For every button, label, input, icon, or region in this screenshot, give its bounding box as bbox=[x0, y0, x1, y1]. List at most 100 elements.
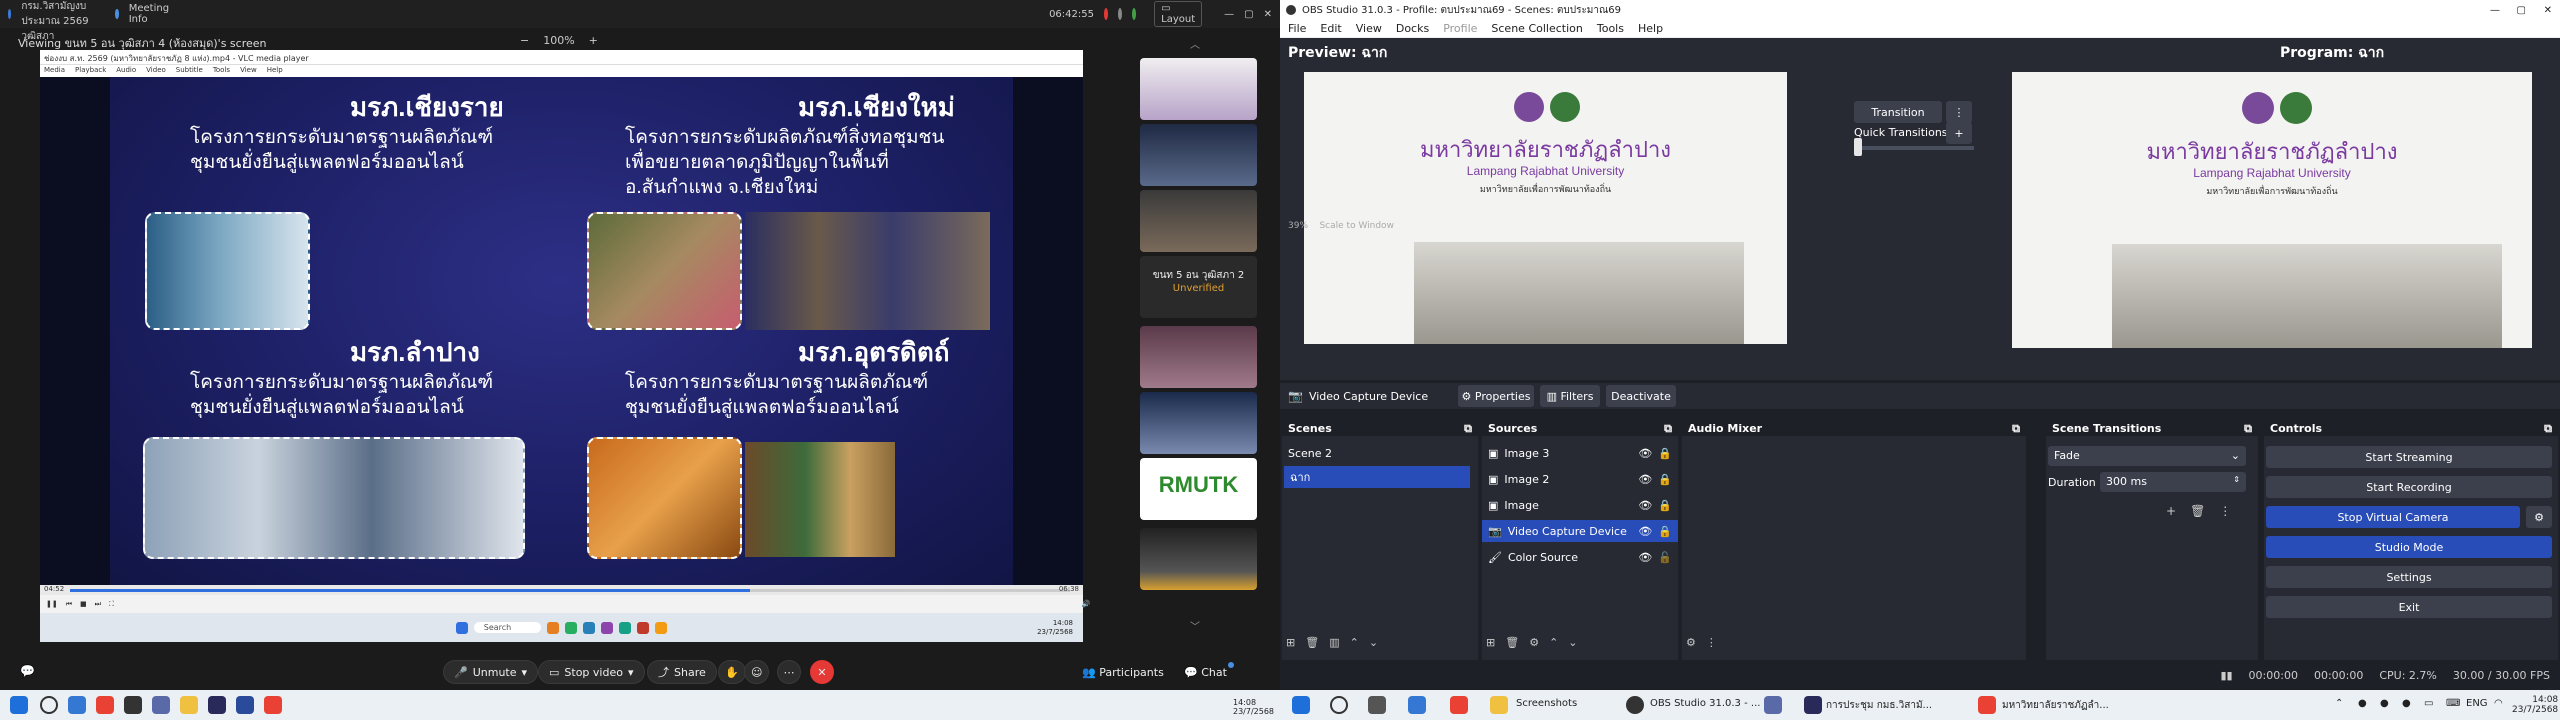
app-icon[interactable] bbox=[152, 696, 170, 714]
vlc-prev-icon[interactable]: ⏮ bbox=[66, 600, 72, 609]
battery-icon[interactable]: ▭ bbox=[2424, 698, 2433, 709]
filters-button[interactable]: ▥ Filters bbox=[1540, 385, 1600, 407]
transition-more-icon[interactable]: ⋮ bbox=[1946, 101, 1972, 123]
start-icon[interactable] bbox=[1292, 696, 1310, 714]
wifi-icon[interactable]: ◠ bbox=[2494, 698, 2503, 709]
inner-app-icon[interactable] bbox=[619, 621, 632, 634]
zoom-in-button[interactable]: + bbox=[589, 34, 598, 47]
taskbar-item-meeting[interactable]: การประชุม กมธ.วิสามั... bbox=[1826, 698, 1932, 713]
zoom-out-button[interactable]: − bbox=[520, 34, 529, 47]
add-icon[interactable]: ⊞ bbox=[1286, 636, 1295, 649]
more-button[interactable]: ⋯ bbox=[777, 660, 801, 684]
search-icon[interactable] bbox=[1330, 696, 1348, 714]
stop-virtual-camera-button[interactable]: Stop Virtual Camera bbox=[2266, 506, 2520, 528]
start-recording-button[interactable]: Start Recording bbox=[2266, 476, 2552, 498]
lock-icon[interactable]: 🔒 bbox=[1658, 499, 1672, 512]
video-thumb[interactable] bbox=[1140, 392, 1257, 454]
app-icon[interactable] bbox=[1764, 696, 1782, 714]
menu-scene-collection[interactable]: Scene Collection bbox=[1491, 22, 1582, 35]
lock-icon[interactable]: 🔒 bbox=[1658, 473, 1672, 486]
minimize-icon[interactable]: — bbox=[1224, 9, 1234, 20]
chrome-icon[interactable] bbox=[1978, 696, 1996, 714]
vlc-menu-subtitle[interactable]: Subtitle bbox=[176, 66, 203, 76]
app-icon[interactable] bbox=[208, 696, 226, 714]
meeting-app-icon[interactable] bbox=[1804, 696, 1822, 714]
menu-help[interactable]: Help bbox=[1638, 22, 1663, 35]
undock-icon[interactable]: ⧉ bbox=[2544, 422, 2552, 435]
close-icon[interactable]: ✕ bbox=[1264, 9, 1272, 20]
add-icon[interactable]: ⊞ bbox=[1486, 636, 1495, 649]
tray-app-icon[interactable]: ● bbox=[2402, 698, 2411, 709]
source-item[interactable]: ▣ Image 👁 🔒 bbox=[1482, 494, 1678, 516]
vlc-volume-icon[interactable]: 🔊 bbox=[1082, 600, 1091, 608]
vlc-menu-playback[interactable]: Playback bbox=[75, 66, 106, 76]
unmute-button[interactable]: 🎤 Unmute ▾ bbox=[443, 660, 539, 684]
lock-icon[interactable]: 🔒 bbox=[1658, 447, 1672, 460]
inner-app-icon[interactable] bbox=[655, 621, 668, 634]
t-bar[interactable] bbox=[1854, 146, 1974, 150]
inner-app-icon[interactable] bbox=[601, 621, 614, 634]
add-quick-transition-icon[interactable]: + bbox=[1946, 122, 1972, 144]
chrome-icon[interactable] bbox=[96, 696, 114, 714]
tray-overflow-icon[interactable]: ⌃ bbox=[2335, 698, 2343, 709]
remove-icon[interactable]: 🗑 bbox=[2190, 504, 2205, 518]
vlc-menu-media[interactable]: Media bbox=[44, 66, 65, 76]
transition-select[interactable]: Fade ⌄ bbox=[2048, 446, 2246, 466]
undock-icon[interactable]: ⧉ bbox=[1664, 422, 1672, 435]
scroll-up-icon[interactable]: ︿ bbox=[1190, 36, 1200, 51]
virtual-camera-settings-icon[interactable]: ⚙ bbox=[2526, 506, 2552, 528]
properties-button[interactable]: ⚙ Properties bbox=[1458, 385, 1534, 407]
tray-app-icon[interactable]: ● bbox=[2380, 698, 2389, 709]
eye-icon[interactable]: 👁 bbox=[1638, 473, 1652, 486]
video-thumb[interactable] bbox=[1140, 58, 1257, 120]
vlc-menu-video[interactable]: Video bbox=[146, 66, 166, 76]
system-clock[interactable]: 14:08 23/7/2568 bbox=[2512, 695, 2558, 715]
source-item[interactable]: ▣ Image 2 👁 🔒 bbox=[1482, 468, 1678, 490]
source-item[interactable]: 🖌 Color Source 👁 🔓 bbox=[1482, 546, 1678, 568]
inner-app-icon[interactable] bbox=[565, 621, 578, 634]
advanced-audio-icon[interactable]: ⚙ bbox=[1686, 636, 1696, 649]
start-icon[interactable] bbox=[10, 696, 28, 714]
video-thumb[interactable] bbox=[1140, 124, 1257, 186]
file-explorer-icon[interactable] bbox=[180, 696, 198, 714]
add-icon[interactable]: + bbox=[2166, 504, 2176, 518]
duration-input[interactable]: 300 ms ⇕ bbox=[2100, 472, 2246, 492]
start-streaming-button[interactable]: Start Streaming bbox=[2266, 446, 2552, 468]
menu-docks[interactable]: Docks bbox=[1396, 22, 1429, 35]
search-icon[interactable] bbox=[40, 696, 58, 714]
eye-icon[interactable]: 👁 bbox=[1638, 447, 1652, 460]
gear-icon[interactable]: ⚙ bbox=[1529, 636, 1539, 649]
info-icon[interactable] bbox=[115, 9, 119, 19]
language-indicator[interactable]: ENG bbox=[2466, 698, 2488, 709]
source-item[interactable]: ▣ Image 3 👁 🔒 bbox=[1482, 442, 1678, 464]
menu-edit[interactable]: Edit bbox=[1320, 22, 1341, 35]
studio-mode-button[interactable]: Studio Mode bbox=[2266, 536, 2552, 558]
vlc-menu-tools[interactable]: Tools bbox=[213, 66, 230, 76]
minimize-icon[interactable]: — bbox=[2490, 5, 2500, 16]
scroll-down-icon[interactable]: ﹀ bbox=[1190, 618, 1200, 633]
mixer-menu-icon[interactable]: ⋮ bbox=[1706, 636, 1717, 649]
scene-item-selected[interactable]: ฉาก bbox=[1284, 466, 1470, 488]
obs-icon[interactable] bbox=[1626, 696, 1644, 714]
vlc-seekbar[interactable]: 04:52 06:38 bbox=[40, 585, 1083, 595]
emoji-button[interactable]: ☺ bbox=[744, 660, 770, 684]
tray-app-icon[interactable]: ● bbox=[2358, 698, 2367, 709]
inner-app-icon[interactable] bbox=[583, 621, 596, 634]
vlc-pause-icon[interactable]: ❚❚ bbox=[46, 600, 58, 608]
video-thumb-logo[interactable]: RMUTK bbox=[1140, 458, 1257, 520]
taskbar-item-screenshots[interactable]: Screenshots bbox=[1516, 698, 1577, 709]
move-up-icon[interactable]: ⌃ bbox=[1350, 636, 1359, 649]
inner-search-box[interactable]: Search bbox=[473, 622, 542, 633]
security-icon[interactable] bbox=[1118, 8, 1123, 20]
inner-app-icon[interactable] bbox=[637, 621, 650, 634]
inner-app-icon[interactable] bbox=[547, 621, 560, 634]
maximize-icon[interactable]: ▢ bbox=[2517, 5, 2526, 16]
undock-icon[interactable]: ⧉ bbox=[2244, 422, 2252, 435]
vlc-fullscreen-icon[interactable]: ⛶ bbox=[109, 600, 114, 609]
move-up-icon[interactable]: ⌃ bbox=[1549, 636, 1558, 649]
eye-icon[interactable]: 👁 bbox=[1638, 499, 1652, 512]
stop-video-button[interactable]: ▭ Stop video ▾ bbox=[538, 660, 645, 684]
remove-icon[interactable]: 🗑 bbox=[1305, 636, 1319, 649]
t-bar-handle[interactable] bbox=[1854, 138, 1862, 156]
inner-start-icon[interactable] bbox=[455, 621, 468, 634]
